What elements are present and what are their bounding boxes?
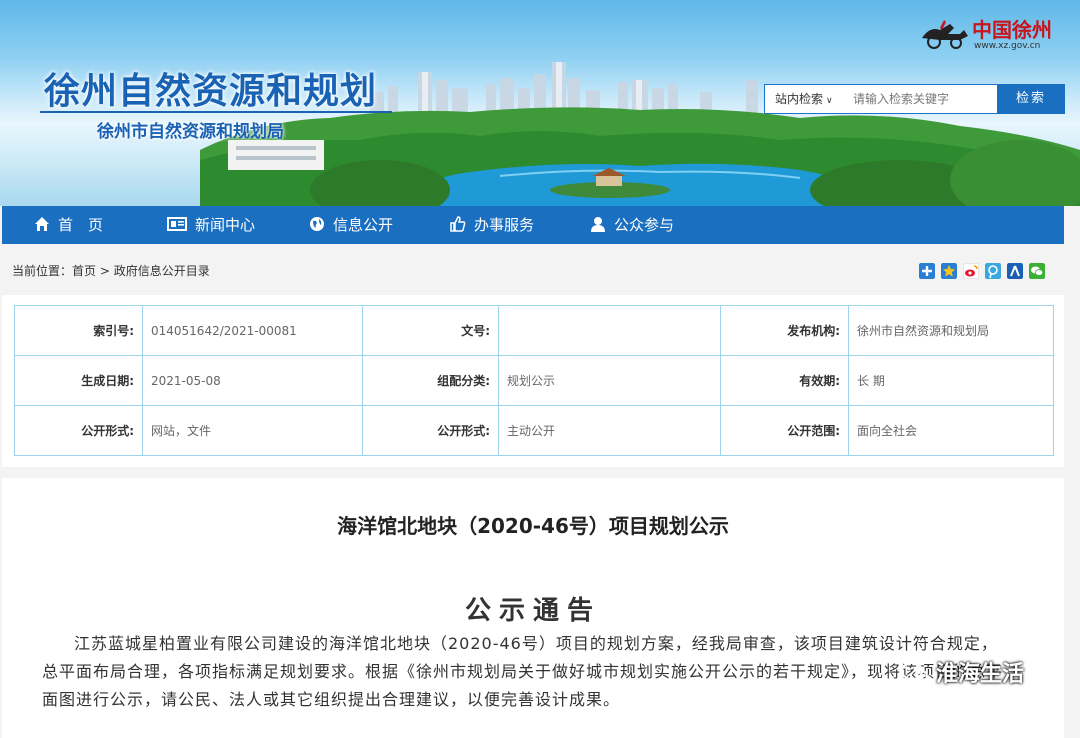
info-value: 长 期 <box>848 355 1054 406</box>
info-value: 2021-05-08 <box>142 355 363 406</box>
info-key: 发布机构: <box>720 305 849 356</box>
info-value: 主动公开 <box>498 405 721 456</box>
nav-item-label: 公众参与 <box>614 216 675 234</box>
info-key: 公开形式: <box>362 405 499 456</box>
site-title: 徐州自然资源和规划 <box>44 71 378 112</box>
thumbs-up-icon <box>450 216 466 232</box>
notice-heading: 公示通告 <box>464 596 601 626</box>
nav-item-participation[interactable]: 公众参与 <box>590 206 674 244</box>
tencent-icon[interactable] <box>985 263 1001 279</box>
info-key: 公开范围: <box>720 405 849 456</box>
wechat-watermark-icon <box>901 662 928 683</box>
search-button[interactable]: 检索 <box>997 84 1065 114</box>
qzone-icon[interactable] <box>941 263 957 279</box>
nav-item-info[interactable]: 信息公开 <box>309 206 393 244</box>
user-icon <box>591 217 605 232</box>
search-scope-select[interactable]: 站内检索 ∨ <box>765 85 847 113</box>
nav-item-services[interactable]: 办事服务 <box>450 206 534 244</box>
nav-item-label: 新闻中心 <box>195 216 256 234</box>
weibo-icon[interactable] <box>963 263 979 279</box>
document-info-card: 索引号: 014051642/2021-00081 文号: 发布机构: 徐州市自… <box>2 295 1064 467</box>
article-body: 海洋馆北地块（2020-46号）项目规划公示 公示通告 江苏蓝城星柏置业有限公司… <box>2 478 1064 738</box>
info-key: 组配分类: <box>362 355 499 406</box>
title-divider <box>40 111 392 113</box>
chevron-down-icon: ∨ <box>826 96 833 106</box>
info-value: 面向全社会 <box>848 405 1054 456</box>
news-icon <box>167 217 187 231</box>
breadcrumb-current-link[interactable]: 政府信息公开目录 <box>114 264 210 278</box>
breadcrumb-home-link[interactable]: 首页 <box>72 264 96 278</box>
info-key: 生成日期: <box>14 355 143 406</box>
table-row: 生成日期: 2021-05-08 组配分类: 规划公示 有效期: 长 期 <box>14 355 1054 406</box>
info-key: 公开形式: <box>14 405 143 456</box>
search-input[interactable] <box>849 87 997 111</box>
table-row: 索引号: 014051642/2021-00081 文号: 发布机构: 徐州市自… <box>14 305 1054 356</box>
info-key: 文号: <box>362 305 499 356</box>
renren-icon[interactable] <box>1007 263 1023 279</box>
home-icon <box>35 217 49 231</box>
info-value: 014051642/2021-00081 <box>142 305 363 356</box>
search-scope-label: 站内检索 <box>775 92 824 106</box>
main-nav: 首 页 新闻中心 信息公开 办事服务 公众参与 <box>2 206 1064 244</box>
header-banner: 徐州自然资源和规划 徐州市自然资源和规划局 中国徐州 www.xz.gov.cn… <box>0 0 1080 206</box>
info-key: 有效期: <box>720 355 849 406</box>
wechat-icon[interactable] <box>1029 263 1045 279</box>
plus-icon[interactable] <box>919 263 935 279</box>
share-toolbar <box>919 263 1049 279</box>
site-search: 站内检索∨ 检索 <box>764 84 1065 114</box>
site-subtitle: 徐州市自然资源和规划局 <box>97 122 284 142</box>
nav-item-news[interactable]: 新闻中心 <box>167 206 255 244</box>
watermark-text: 淮海生活 <box>936 662 1025 687</box>
breadcrumb: 当前位置：首页 > 政府信息公开目录 <box>12 262 210 279</box>
logo-url: www.xz.gov.cn <box>974 41 1041 51</box>
nav-item-label: 首 页 <box>58 216 104 234</box>
breadcrumb-separator: > <box>99 264 110 278</box>
document-info-table: 索引号: 014051642/2021-00081 文号: 发布机构: 徐州市自… <box>14 305 1054 456</box>
nav-item-label: 办事服务 <box>474 216 535 234</box>
info-value: 网站，文件 <box>142 405 363 456</box>
china-xuzhou-logo[interactable]: 中国徐州 www.xz.gov.cn <box>920 14 1060 54</box>
info-value: 规划公示 <box>498 355 721 406</box>
globe-icon <box>310 217 324 231</box>
info-value <box>498 305 721 356</box>
nav-item-label: 信息公开 <box>333 216 394 234</box>
info-value: 徐州市自然资源和规划局 <box>848 305 1054 356</box>
table-row: 公开形式: 网站，文件 公开形式: 主动公开 公开范围: 面向全社会 <box>14 405 1054 456</box>
info-key: 索引号: <box>14 305 143 356</box>
breadcrumb-prefix: 当前位置： <box>12 264 73 278</box>
logo-text: 中国徐州 <box>972 18 1052 42</box>
nav-item-home[interactable]: 首 页 <box>34 206 103 244</box>
article-title: 海洋馆北地块（2020-46号）项目规划公示 <box>337 514 729 538</box>
watermark: 淮海生活 <box>900 656 1024 692</box>
article-paragraph: 江苏蓝城星柏置业有限公司建设的海洋馆北地块（2020-46号）项目的规划方案，经… <box>42 634 1004 709</box>
chariot-logo-icon <box>922 20 968 49</box>
